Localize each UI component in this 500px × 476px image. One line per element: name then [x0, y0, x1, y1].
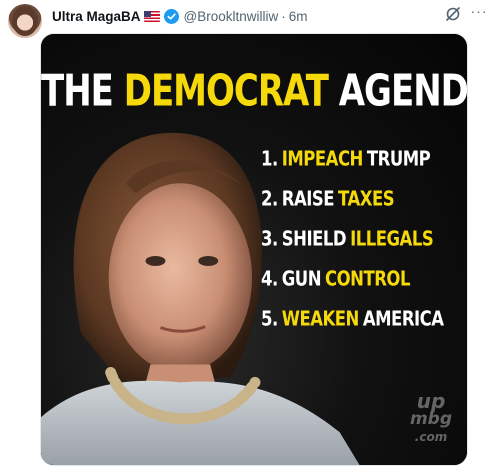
display-name[interactable]: Ultra MagaBA — [52, 9, 141, 24]
verified-badge-icon[interactable] — [163, 8, 179, 24]
timestamp[interactable]: 6m — [289, 9, 308, 24]
separator-dot: · — [281, 8, 286, 24]
more-options-icon[interactable]: ··· — [468, 2, 490, 22]
watermark-logo: up mbg .com — [409, 389, 453, 444]
grok-icon[interactable] — [444, 5, 462, 23]
avatar[interactable] — [8, 4, 42, 38]
tweet-header: Ultra MagaBA @Brookltnwilliw · 6m — [52, 6, 308, 26]
agenda-item: 5. WEAKEN AMERICA — [261, 306, 444, 330]
tweet: Ultra MagaBA @Brookltnwilliw · 6m ··· TH… — [0, 0, 500, 476]
handle[interactable]: @Brookltnwilliw — [184, 9, 279, 24]
agenda-list: 1. IMPEACH TRUMP 2. RAISE TAXES 3. SHIELD ILLE… — [261, 138, 461, 338]
image-headline: THE DEMOCRAT AGENDA — [41, 66, 468, 118]
tweet-media-image[interactable]: THE DEMOCRAT AGENDA 1.IMPEACHTRUMP 2.RAI… — [40, 33, 468, 466]
us-flag-icon — [143, 10, 160, 22]
